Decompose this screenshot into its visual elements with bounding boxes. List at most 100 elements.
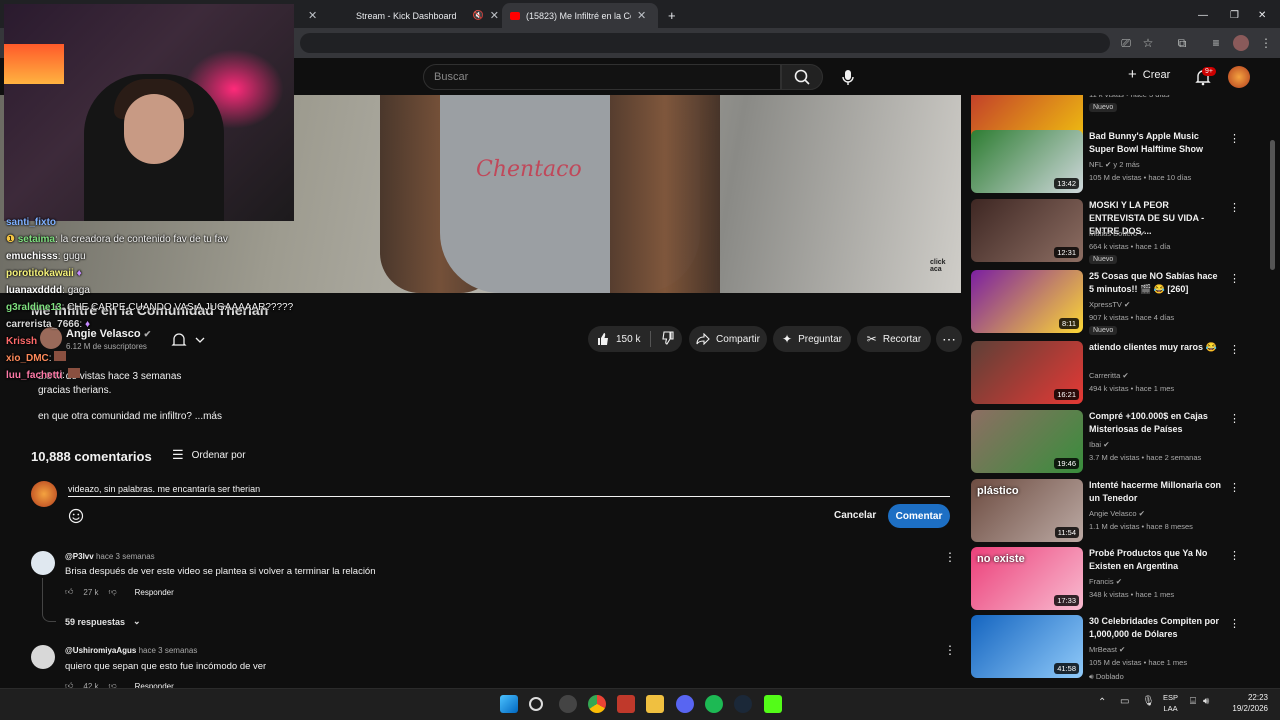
search-icon[interactable] [529,697,543,711]
comment-menu-icon[interactable]: ⋮ [944,643,956,657]
comment-time[interactable]: hace 3 semanas [96,552,155,561]
video-menu-icon[interactable]: ⋮ [1229,481,1240,494]
recommended-video[interactable]: 8:11 25 Cosas que NO Sabías hace 5 minuto… [971,270,1241,335]
tab-close-icon[interactable]: ✕ [308,9,317,22]
recommended-video-channel[interactable]: Carreritta ✔ [1089,370,1129,382]
tray-app-icon[interactable]: ▭ [1120,696,1129,707]
video-menu-icon[interactable]: ⋮ [1229,617,1240,630]
video-thumbnail[interactable]: 13:42 [971,130,1083,193]
browser-menu-icon[interactable]: ⋮ [1258,35,1274,51]
commenter-name[interactable]: @P3lvv [65,552,94,561]
create-button[interactable]: + Crear [1128,66,1170,83]
recommended-video-title[interactable]: Compré +100.000$ en Cajas Misteriosas de… [1089,410,1224,436]
start-icon[interactable] [500,695,518,713]
recommended-video[interactable]: no existe 17:33 Probé Productos que Ya No … [971,547,1241,611]
search-input[interactable]: Buscar [423,64,781,90]
video-thumbnail[interactable]: no existe 17:33 [971,547,1083,610]
comment-like-button[interactable]: 👍︎ [65,587,73,597]
recommended-video-title[interactable]: Bad Bunny's Apple Music Super Bowl Halft… [1089,130,1224,156]
tab-youtube-video[interactable]: (15823) Me Infiltré en la Comun ✕ [502,3,658,28]
video-menu-icon[interactable]: ⋮ [1229,549,1240,562]
volume-icon[interactable]: 🔊︎ [1203,696,1209,707]
more-actions-button[interactable]: ⋯ [936,326,962,352]
spotify-icon[interactable] [705,695,723,713]
tab-previous[interactable]: ✕ [300,3,340,28]
commenter-avatar[interactable] [31,645,55,669]
tray-chevron-icon[interactable]: ⌃ [1098,697,1106,708]
video-thumbnail[interactable]: 41:58 [971,615,1083,678]
profile-avatar-icon[interactable] [1233,35,1249,51]
comment-dislike-button[interactable]: 👎︎ [109,587,117,597]
reply-button[interactable]: Responder [135,588,174,597]
video-menu-icon[interactable]: ⋮ [1229,343,1240,356]
like-button[interactable]: 150 k [596,332,640,346]
url-field[interactable] [300,33,1110,53]
bookmark-star-icon[interactable]: ☆ [1140,35,1156,51]
video-menu-icon[interactable]: ⋮ [1229,272,1240,285]
recommended-video-channel[interactable]: Matias Bottero ✔ [1089,228,1146,240]
ask-button[interactable]: ✦ Preguntar [773,326,851,352]
video-thumbnail[interactable]: 12:31 [971,199,1083,262]
recommended-video-channel[interactable]: NFL ✔ y 2 más [1089,159,1140,171]
search-button[interactable] [781,64,823,90]
discord-icon[interactable] [676,695,694,713]
recommended-video[interactable]: 41:58 30 Celebridades Compiten por 1,000,… [971,615,1241,681]
comment-time[interactable]: hace 3 semanas [139,646,198,655]
minimize-button[interactable]: — [1190,3,1216,28]
cancel-button[interactable]: Cancelar [826,505,884,527]
comment-submit-button[interactable]: Comentar [888,504,950,528]
account-avatar[interactable] [1228,66,1250,88]
page-scrollbar[interactable] [1270,140,1275,270]
recommended-video-title[interactable]: 25 Cosas que NO Sabías hace 5 minutos!! … [1089,270,1224,296]
voice-search-button[interactable] [836,65,860,89]
share-button[interactable]: Compartir [689,326,767,352]
video-thumbnail[interactable]: 8:11 [971,270,1083,333]
recommended-video-title[interactable]: atiendo clientes muy raros 😂 [1089,341,1224,354]
recommended-video-channel[interactable]: XpressTV ✔ [1089,299,1130,311]
video-thumbnail[interactable]: 16:21 [971,341,1083,404]
microphone-tray-icon[interactable]: 🎙︎ [1142,696,1155,707]
media-controls-icon[interactable]: ≡ [1208,35,1224,51]
recommended-video[interactable]: 13:42 Bad Bunny's Apple Music Super Bowl … [971,130,1241,194]
chrome-icon[interactable] [588,695,606,713]
video-menu-icon[interactable]: ⋮ [1229,201,1240,214]
recommended-video-channel[interactable]: Angie Velasco ✔ [1089,508,1145,520]
close-window-button[interactable]: ✕ [1250,3,1274,28]
maximize-button[interactable]: ❐ [1222,3,1247,28]
kick-icon[interactable] [764,695,782,713]
system-clock[interactable]: 22:23 19/2/2026 [1216,692,1268,714]
video-menu-icon[interactable]: ⋮ [1229,412,1240,425]
recommended-video-title[interactable]: 30 Celebridades Compiten por 1,000,000 d… [1089,615,1224,641]
recommended-video-channel[interactable]: Ibai ✔ [1089,439,1109,451]
language-indicator[interactable]: ESP LAA [1163,692,1178,714]
new-tab-button[interactable]: + [660,3,684,28]
steam-icon[interactable] [734,695,752,713]
sort-comments-button[interactable]: ☰ Ordenar por [172,447,246,463]
commenter-name[interactable]: @UshiromiyaAgus [65,646,136,655]
recommended-video[interactable]: 16:21 atiendo clientes muy raros 😂 Carreri… [971,341,1241,405]
tab-close-icon[interactable]: ✕ [490,9,499,22]
recommended-video-title[interactable]: Intenté hacerme Millonaria con un Tenedo… [1089,479,1224,505]
comment-input[interactable] [68,481,950,497]
video-thumbnail[interactable]: 19:46 [971,410,1083,473]
recommended-video[interactable]: 12:31 MOSKI Y LA PEOR ENTREVISTA DE SU VI… [971,199,1241,264]
recommended-video-title[interactable]: Probé Productos que Ya No Existen en Arg… [1089,547,1224,573]
extensions-icon[interactable]: ⧉ [1174,35,1190,51]
file-explorer-icon[interactable] [646,695,664,713]
commenter-avatar[interactable] [31,551,55,575]
clip-button[interactable]: ✂ Recortar [857,326,931,352]
recommended-video[interactable]: 19:46 Compré +100.000$ en Cajas Misterios… [971,410,1241,474]
comment-menu-icon[interactable]: ⋮ [944,550,956,564]
recommended-video-channel[interactable]: Francis ✔ [1089,576,1122,588]
emoji-button[interactable] [68,508,84,524]
view-replies-button[interactable]: 59 respuestas ⌄ [65,616,141,627]
cast-icon[interactable]: ⎚ [1118,35,1134,51]
recommended-video-channel[interactable]: MrBeast ✔ [1089,644,1125,656]
recommended-video[interactable]: plástico 11:54 Intenté hacerme Millonaria … [971,479,1241,543]
video-thumbnail[interactable]: plástico 11:54 [971,479,1083,542]
dislike-button[interactable] [661,330,675,348]
app-icon[interactable] [559,695,577,713]
description-more-link[interactable]: en que otra comunidad me infiltro? ...má… [38,411,222,422]
network-icon[interactable]: ⌸ [1190,696,1196,707]
video-menu-icon[interactable]: ⋮ [1229,132,1240,145]
